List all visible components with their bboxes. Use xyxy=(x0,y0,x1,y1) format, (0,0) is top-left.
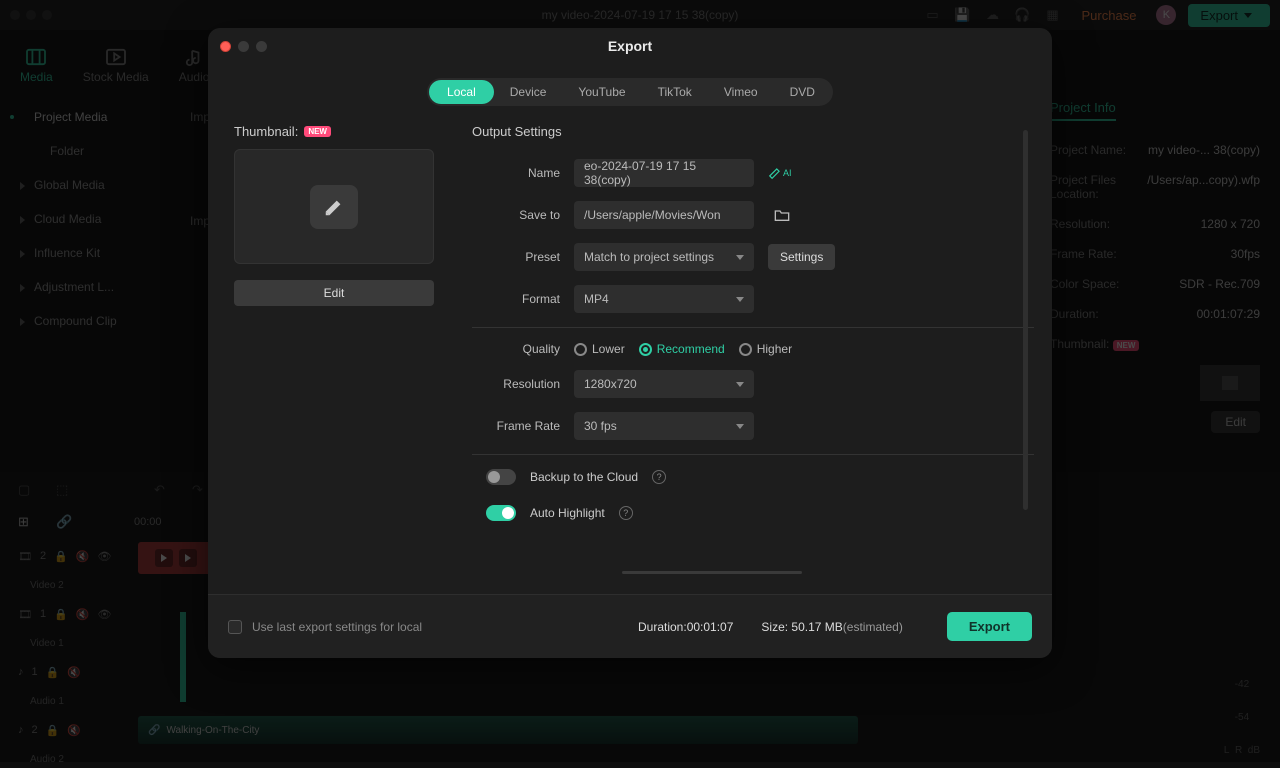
resolution-label: Resolution xyxy=(472,377,560,391)
save-to-label: Save to xyxy=(472,208,560,222)
resolution-select[interactable]: 1280x720 xyxy=(574,370,754,398)
modal-window-controls[interactable] xyxy=(220,41,267,52)
modal-close-icon[interactable] xyxy=(220,41,231,52)
chevron-down-icon xyxy=(736,255,744,260)
tab-device[interactable]: Device xyxy=(494,80,563,104)
help-icon[interactable]: ? xyxy=(619,506,633,520)
frame-rate-select[interactable]: 30 fps xyxy=(574,412,754,440)
new-badge: NEW xyxy=(304,126,331,137)
row-resolution: Resolution 1280x720 xyxy=(472,370,1034,398)
output-settings-title: Output Settings xyxy=(472,124,1034,139)
auto-highlight-toggle[interactable] xyxy=(486,505,516,521)
quality-label: Quality xyxy=(472,342,560,356)
row-name: Name eo-2024-07-19 17 15 38(copy) AI xyxy=(472,159,1034,187)
row-save-to: Save to /Users/apple/Movies/Won xyxy=(472,201,1034,229)
preset-label: Preset xyxy=(472,250,560,264)
chevron-down-icon xyxy=(736,297,744,302)
thumbnail-edit-button[interactable]: Edit xyxy=(234,280,434,306)
help-icon[interactable]: ? xyxy=(652,470,666,484)
quality-recommend-radio[interactable]: Recommend xyxy=(639,342,725,356)
row-auto-highlight: Auto Highlight ? xyxy=(472,505,1034,521)
thumbnail-column: Thumbnail: NEW Edit xyxy=(234,124,452,594)
tab-vimeo[interactable]: Vimeo xyxy=(708,80,774,104)
preset-select[interactable]: Match to project settings xyxy=(574,243,754,271)
export-button[interactable]: Export xyxy=(947,612,1032,641)
thumbnail-label: Thumbnail: NEW xyxy=(234,124,452,139)
format-select[interactable]: MP4 xyxy=(574,285,754,313)
backup-cloud-label: Backup to the Cloud xyxy=(530,470,638,484)
name-input[interactable]: eo-2024-07-19 17 15 38(copy) xyxy=(574,159,754,187)
ai-edit-icon[interactable]: AI xyxy=(768,166,792,180)
auto-highlight-label: Auto Highlight xyxy=(530,506,605,520)
name-label: Name xyxy=(472,166,560,180)
thumbnail-preview-box[interactable] xyxy=(234,149,434,264)
export-tabs: Local Device YouTube TikTok Vimeo DVD xyxy=(208,64,1052,124)
row-quality: Quality Lower Recommend Higher xyxy=(472,342,1034,356)
modal-title: Export xyxy=(608,38,652,54)
modal-titlebar: Export xyxy=(208,28,1052,64)
frame-rate-label: Frame Rate xyxy=(472,419,560,433)
modal-footer: Use last export settings for local Durat… xyxy=(208,594,1052,658)
divider xyxy=(472,327,1034,328)
tab-tiktok[interactable]: TikTok xyxy=(642,80,708,104)
scrollbar[interactable] xyxy=(1023,130,1028,510)
footer-info: Duration:00:01:07 Size: 50.17 MB(estimat… xyxy=(638,620,903,634)
use-last-settings-checkbox[interactable] xyxy=(228,620,242,634)
folder-icon[interactable] xyxy=(774,208,790,222)
output-settings-column: Output Settings Name eo-2024-07-19 17 15… xyxy=(472,124,1034,594)
row-preset: Preset Match to project settings Setting… xyxy=(472,243,1034,271)
tab-local[interactable]: Local xyxy=(429,80,494,104)
quality-higher-radio[interactable]: Higher xyxy=(739,342,792,356)
modal-maximize-icon[interactable] xyxy=(256,41,267,52)
tab-youtube[interactable]: YouTube xyxy=(562,80,641,104)
modal-minimize-icon[interactable] xyxy=(238,41,249,52)
format-label: Format xyxy=(472,292,560,306)
save-to-input[interactable]: /Users/apple/Movies/Won xyxy=(574,201,754,229)
use-last-settings-label: Use last export settings for local xyxy=(252,620,422,634)
chevron-down-icon xyxy=(736,424,744,429)
export-modal: Export Local Device YouTube TikTok Vimeo… xyxy=(208,28,1052,658)
chevron-down-icon xyxy=(736,382,744,387)
pencil-icon-box xyxy=(310,185,358,229)
tab-dvd[interactable]: DVD xyxy=(774,80,831,104)
backup-cloud-toggle[interactable] xyxy=(486,469,516,485)
row-format: Format MP4 xyxy=(472,285,1034,313)
preset-settings-button[interactable]: Settings xyxy=(768,244,835,270)
pencil-icon xyxy=(323,196,345,218)
divider xyxy=(472,454,1034,455)
row-frame-rate: Frame Rate 30 fps xyxy=(472,412,1034,440)
quality-lower-radio[interactable]: Lower xyxy=(574,342,625,356)
horizontal-scroll-indicator xyxy=(622,571,802,574)
row-backup-cloud: Backup to the Cloud ? xyxy=(472,469,1034,485)
